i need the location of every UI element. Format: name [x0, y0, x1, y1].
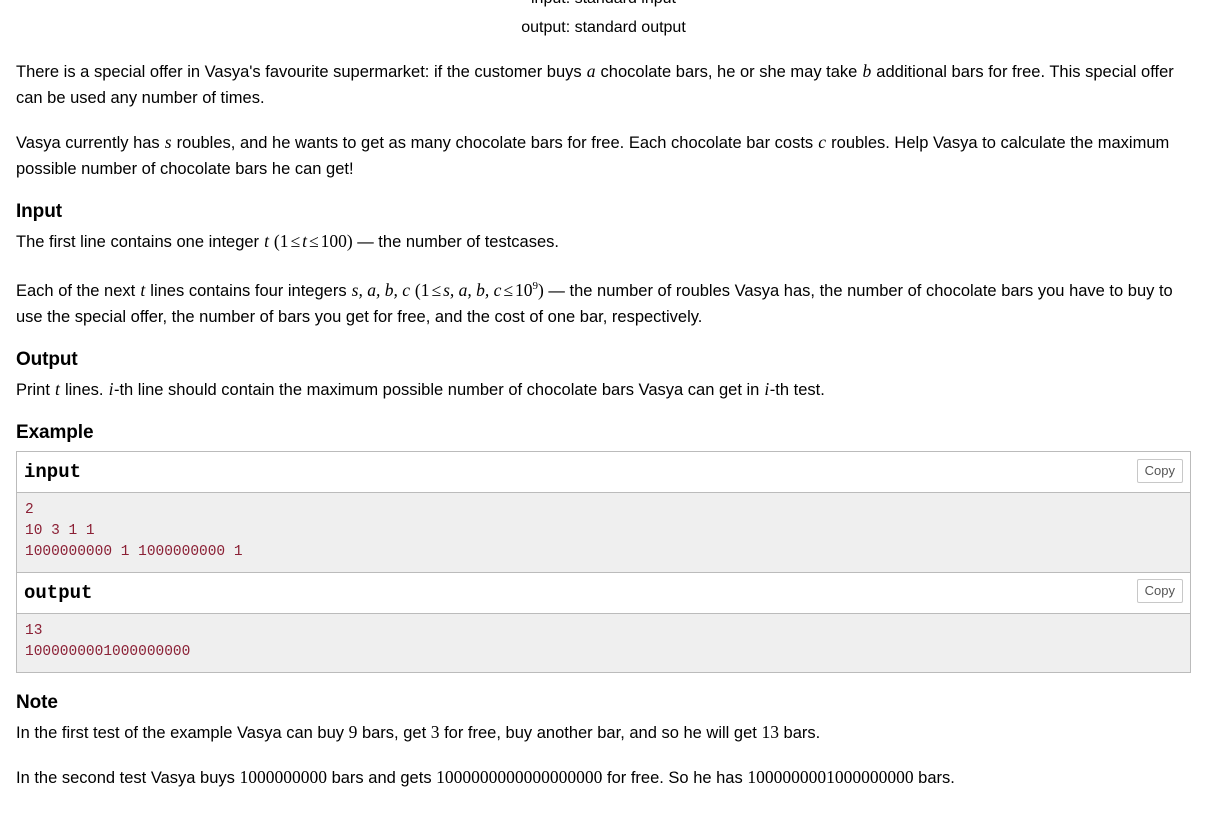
statement-paragraph-2: Vasya currently has s roubles, and he wa… [16, 129, 1191, 182]
sample-output-title: output [17, 571, 1190, 614]
sample-output-content[interactable]: 13 1000000001000000000 [17, 613, 1190, 672]
sample-input-content[interactable]: 2 10 3 1 1 1000000000 1 1000000000 1 [17, 492, 1190, 572]
input-constraint-sabc: (1 ≤ s, a, b, c ≤109) [411, 280, 544, 300]
note-number-3: 3 [430, 721, 440, 742]
input-p1-text-b: — the number of testcases. [352, 233, 559, 251]
math-var-a: a [586, 61, 596, 81]
copy-output-button[interactable]: Copy [1136, 578, 1183, 603]
note-number-free: 1000000000000000000 [436, 766, 603, 787]
math-var-c: c [818, 132, 827, 152]
statement-p1-text-b: chocolate bars, he or she may take [595, 63, 862, 81]
output-p1-text-d: -th test. [769, 380, 825, 399]
note-paragraph-1: In the first test of the example Vasya c… [16, 719, 1191, 746]
statement-p2-text-a: Vasya currently has [16, 134, 165, 152]
le-symbol-1: ≤ [290, 231, 301, 251]
example-section-heading: Example [16, 421, 94, 443]
note-p2-text-c: for free. So he has [602, 768, 748, 787]
input-p2-text-a: Each of the next [16, 281, 140, 300]
sample-block-input: input Copy 2 10 3 1 1 1000000000 1 10000… [17, 451, 1190, 572]
input-spec-line: input: standard input [0, 0, 1207, 13]
note-number-buys: 1000000000 [239, 766, 328, 787]
output-spec-line: output: standard output [521, 19, 686, 36]
note-section-heading: Note [16, 691, 58, 713]
problem-io-header: input: standard input output: standard o… [0, 0, 1207, 42]
input-p2-text-b: lines contains four integers [145, 281, 352, 300]
output-section-heading: Output [16, 348, 78, 370]
problem-content: There is a special offer in Vasya's favo… [16, 58, 1191, 809]
note-p1-text-c: for free, buy another bar, and so he wil… [439, 723, 762, 742]
note-p1-text-b: bars, get [357, 723, 431, 742]
statement-paragraph-1: There is a special offer in Vasya's favo… [16, 58, 1191, 111]
statement-p2-text-b: roubles, and he wants to get as many cho… [172, 134, 818, 152]
input-p1-text-a: The first line contains one integer [16, 233, 264, 251]
note-p2-text-b: bars and gets [327, 768, 437, 787]
note-paragraph-2: In the second test Vasya buys 1000000000… [16, 764, 1191, 791]
constraint-upper: 100 [320, 231, 347, 251]
le-symbol-3: ≤ [431, 279, 442, 300]
sample-block-output: output Copy 13 1000000001000000000 [17, 571, 1190, 672]
note-p1-text-d: bars. [778, 723, 821, 742]
constraint-vars: s, a, b, c [443, 279, 502, 300]
output-p1-text-b: lines. [60, 380, 109, 399]
sample-tests: input Copy 2 10 3 1 1 1000000000 1 10000… [16, 450, 1191, 673]
input-constraint-t: (1 ≤ t ≤100) [270, 231, 353, 251]
output-paragraph-1: Print t lines. i-th line should contain … [16, 376, 1191, 403]
sample-input-title: input [17, 451, 1190, 493]
note-number-13: 13 [761, 721, 779, 742]
note-p2-text-a: In the second test Vasya buys [16, 768, 240, 787]
problem-statement-page: input: standard input output: standard o… [0, 0, 1207, 823]
input-paragraph-2: Each of the next t lines contains four i… [16, 273, 1191, 330]
output-p1-text-a: Print [16, 380, 55, 399]
copy-input-button[interactable]: Copy [1136, 458, 1183, 483]
math-var-b: b [862, 61, 872, 81]
input-paragraph-1: The first line contains one integer t (1… [16, 228, 1191, 255]
constraint-base: 10 [515, 279, 533, 300]
le-symbol-2: ≤ [308, 231, 319, 251]
input-section-heading: Input [16, 201, 62, 222]
note-p2-text-d: bars. [913, 768, 955, 787]
math-vars-sabc: s, a, b, c [351, 279, 410, 300]
note-number-total: 1000000001000000000 [747, 766, 914, 787]
statement-p1-text-a: There is a special offer in Vasya's favo… [16, 63, 587, 81]
output-p1-text-c: -th line should contain the maximum poss… [113, 380, 764, 399]
note-p1-text-a: In the first test of the example Vasya c… [16, 723, 349, 742]
math-var-s: s [164, 132, 172, 152]
le-symbol-4: ≤ [503, 279, 513, 300]
